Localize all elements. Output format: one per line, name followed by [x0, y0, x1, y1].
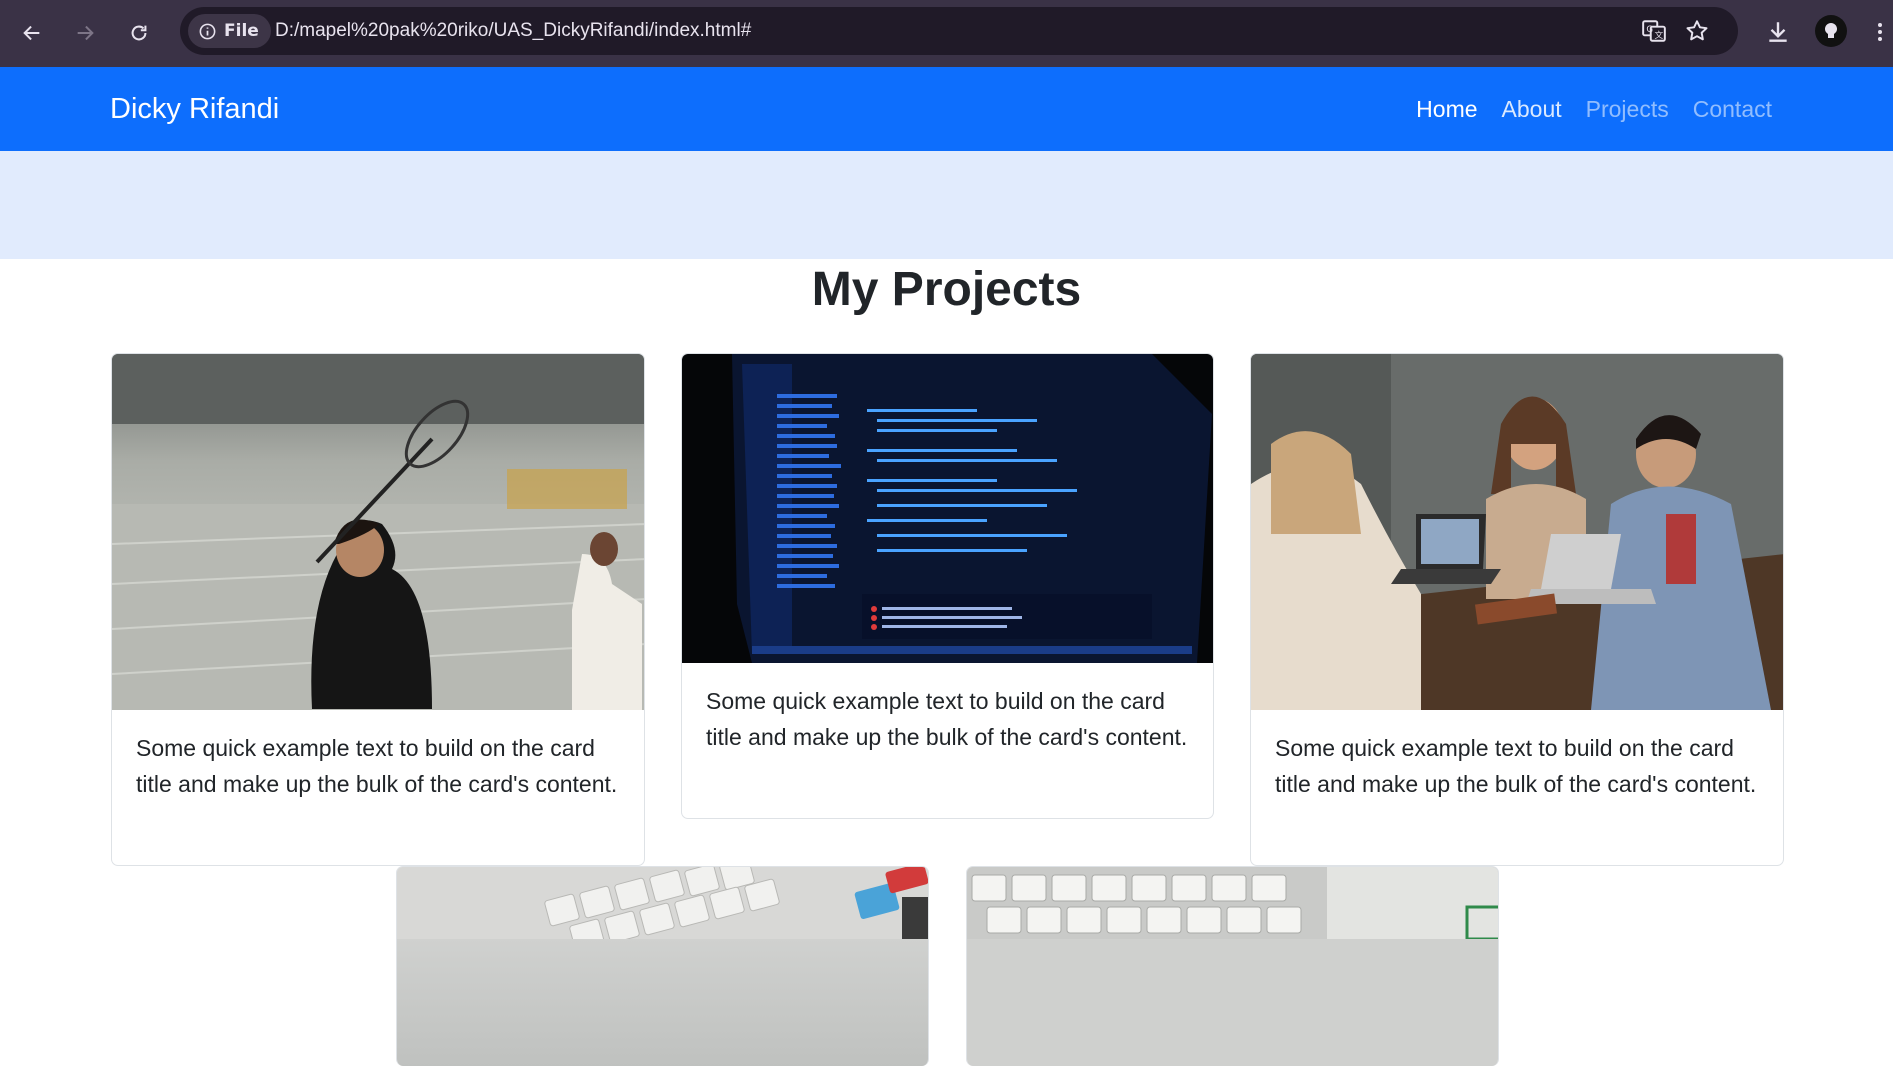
svg-text:文: 文 [1655, 29, 1664, 41]
card-text: Some quick example text to build on the … [136, 735, 618, 797]
navbar-brand[interactable]: Dicky Rifandi [110, 67, 279, 151]
nav-link-about[interactable]: About [1502, 96, 1562, 123]
svg-text:G: G [1646, 25, 1653, 35]
bookmark-button[interactable] [1683, 17, 1711, 45]
reload-button[interactable] [120, 14, 158, 52]
translate-button[interactable]: G文 [1640, 17, 1668, 45]
nav-link-projects[interactable]: Projects [1586, 96, 1669, 123]
project-card [966, 866, 1499, 1066]
nav-link-contact[interactable]: Contact [1693, 96, 1772, 123]
info-icon [199, 23, 216, 39]
project-card: Some quick example text to build on the … [1250, 353, 1784, 866]
card-text: Some quick example text to build on the … [706, 688, 1188, 750]
url-text[interactable]: D:/mapel%20pak%20riko/UAS_DickyRifandi/i… [275, 7, 751, 55]
downloads-button[interactable] [1760, 14, 1796, 50]
reload-icon [131, 25, 147, 41]
section-title: My Projects [811, 263, 1082, 316]
forward-button[interactable] [66, 14, 104, 52]
arrow-right-icon [77, 25, 94, 41]
nav-link-home[interactable]: Home [1416, 96, 1477, 123]
site-navbar: Dicky Rifandi Home About Projects Contac… [0, 67, 1893, 151]
profile-avatar[interactable] [1815, 15, 1847, 47]
project-card: Some quick example text to build on the … [681, 353, 1214, 819]
nav-links: Home About Projects Contact [1416, 67, 1772, 151]
star-icon [1686, 20, 1708, 41]
download-icon [1769, 22, 1787, 42]
keyboard-photo [397, 867, 928, 1066]
address-bar[interactable]: File D:/mapel%20pak%20riko/UAS_DickyRifa… [180, 7, 1738, 55]
keyboard-photo [967, 867, 1498, 1066]
card-text: Some quick example text to build on the … [1275, 735, 1757, 797]
badminton-photo [112, 354, 644, 710]
code-editor-photo [682, 354, 1213, 663]
translate-icon: G文 [1642, 20, 1666, 42]
team-laptop-photo [1251, 354, 1783, 710]
more-vertical-icon [1878, 23, 1882, 41]
back-button[interactable] [13, 14, 51, 52]
browser-toolbar: File D:/mapel%20pak%20riko/UAS_DickyRifa… [0, 0, 1893, 67]
site-info-chip[interactable]: File [188, 14, 271, 48]
project-card [396, 866, 929, 1066]
file-label: File [224, 21, 259, 41]
profile-icon [1825, 23, 1837, 38]
project-card: Some quick example text to build on the … [111, 353, 645, 866]
menu-button[interactable] [1870, 14, 1890, 50]
hero-band [0, 151, 1893, 259]
arrow-left-icon [23, 25, 40, 41]
